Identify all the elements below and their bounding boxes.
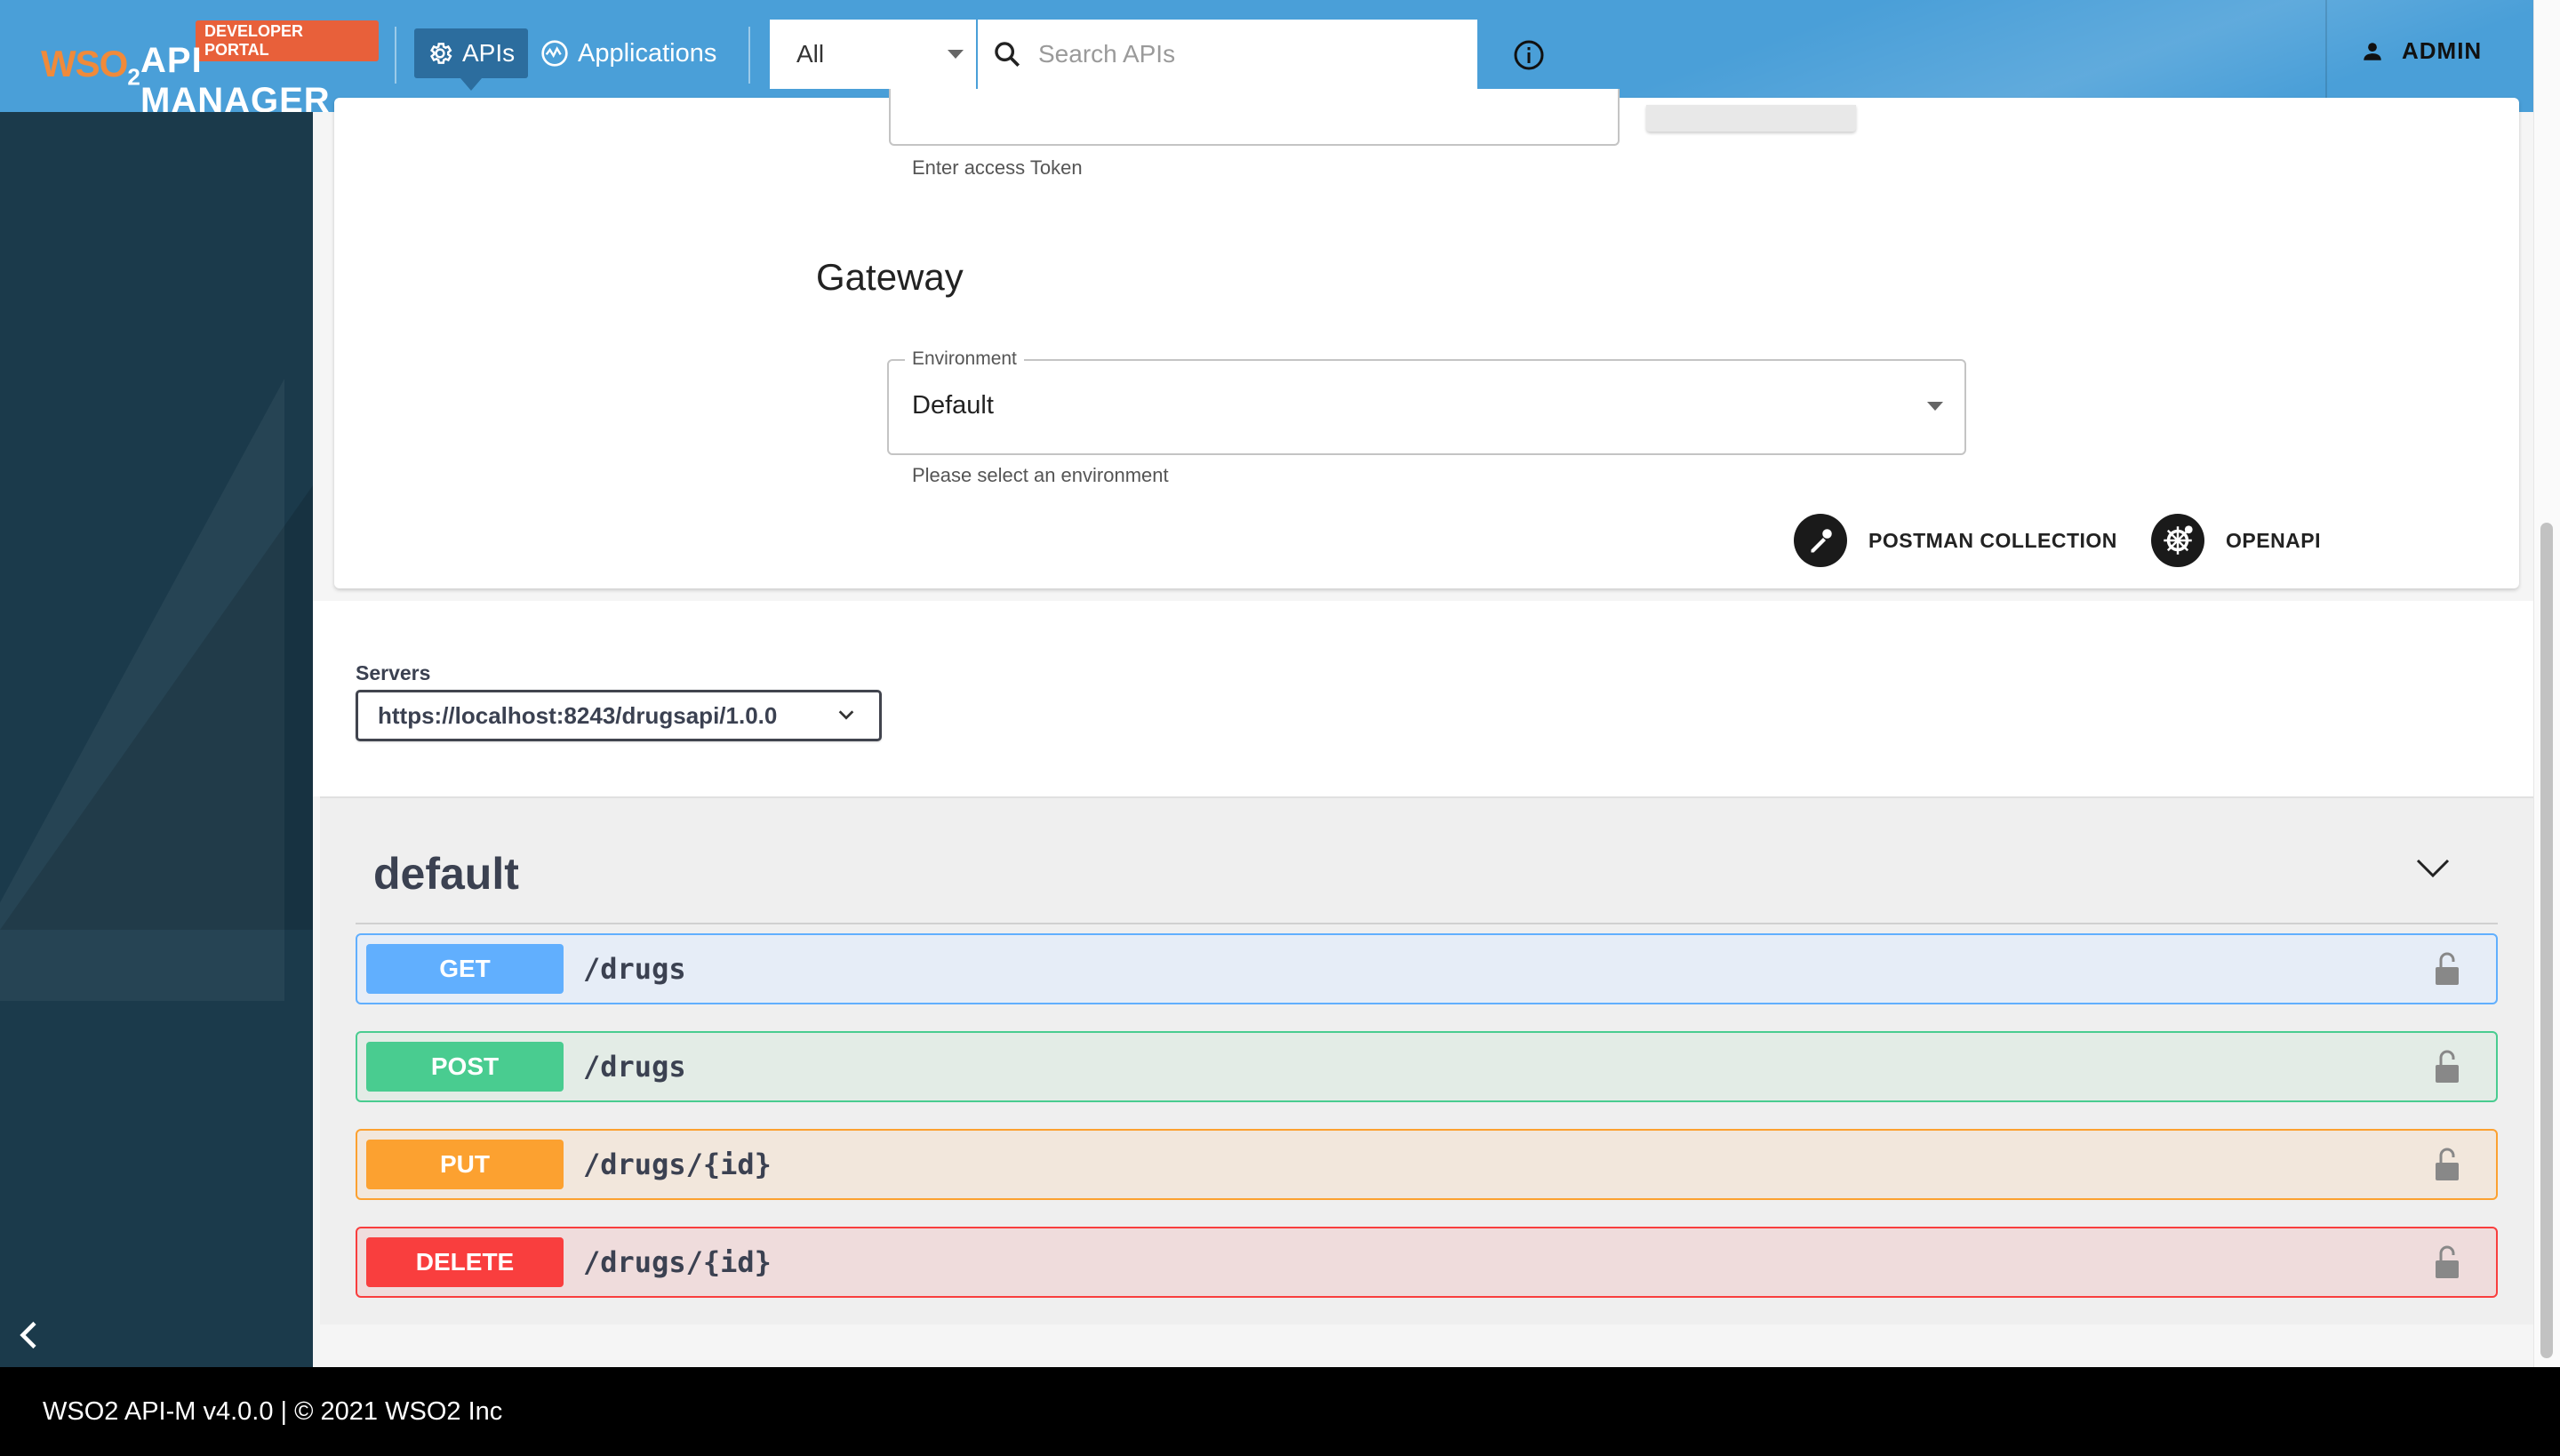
method-badge: POST [366, 1042, 564, 1092]
wso2-logo[interactable]: DEVELOPER PORTAL WSO2 API MANAGER [41, 20, 379, 120]
operation-path: /drugs [583, 952, 686, 986]
info-icon[interactable] [1513, 39, 1545, 71]
environment-value: Default [912, 391, 994, 420]
environment-select[interactable] [887, 359, 1966, 455]
method-badge: DELETE [366, 1237, 564, 1287]
postman-collection-label: POSTMAN COLLECTION [1868, 528, 2117, 552]
postman-collection-button[interactable]: POSTMAN COLLECTION [1794, 514, 2117, 567]
logo-wso2-text: WSO2 [41, 43, 140, 91]
search-scope-value: All [796, 40, 825, 68]
operation-get-drugs[interactable]: GET /drugs [356, 933, 2498, 1004]
nav-apis[interactable]: APIs [414, 28, 528, 91]
user-name: ADMIN [2402, 37, 2483, 64]
nav-apis-label: APIs [462, 39, 516, 67]
unlocked-icon[interactable] [2434, 1049, 2460, 1084]
unlocked-icon[interactable] [2434, 1147, 2460, 1182]
operation-path: /drugs/{id} [583, 1148, 772, 1181]
environment-label: Environment [905, 348, 1024, 370]
servers-selected-value: https://localhost:8243/drugsapi/1.0.0 [378, 701, 778, 729]
search-icon [995, 42, 1020, 68]
operation-path: /drugs [583, 1050, 686, 1084]
servers-select[interactable]: https://localhost:8243/drugsapi/1.0.0 [356, 690, 882, 741]
dropdown-caret-icon [1927, 402, 1943, 411]
postman-icon [1794, 514, 1847, 567]
operation-delete-drug[interactable]: DELETE /drugs/{id} [356, 1227, 2498, 1298]
footer: WSO2 API-M v4.0.0 | © 2021 WSO2 Inc [0, 1367, 2560, 1456]
tag-divider [356, 923, 2498, 924]
gear-icon [429, 43, 452, 64]
search-scope-select[interactable]: All [770, 20, 976, 89]
nav-applications-label: Applications [578, 38, 717, 68]
openapi-label: OPENAPI [2226, 528, 2322, 552]
chevron-down-icon [838, 710, 854, 720]
header-divider [2325, 0, 2327, 112]
user-menu-button[interactable]: ADMIN [2361, 37, 2482, 65]
token-button[interactable] [1646, 105, 1856, 132]
environment-helper: Please select an environment [912, 464, 1169, 486]
chevron-down-icon[interactable] [2414, 855, 2452, 882]
header-divider [395, 27, 396, 84]
operation-post-drugs[interactable]: POST /drugs [356, 1031, 2498, 1102]
openapi-icon [2151, 514, 2204, 567]
access-token-field[interactable] [889, 89, 1620, 146]
applications-icon [541, 40, 568, 67]
unlocked-icon[interactable] [2434, 1244, 2460, 1280]
unlocked-icon[interactable] [2434, 951, 2460, 987]
dropdown-caret-icon [948, 50, 964, 59]
sidebar-decoration [0, 485, 313, 930]
servers-label: Servers [356, 661, 431, 684]
collapse-sidebar-chevron-icon[interactable] [16, 1319, 43, 1351]
method-badge: PUT [366, 1140, 564, 1189]
left-sidebar [0, 112, 313, 1367]
operation-put-drug[interactable]: PUT /drugs/{id} [356, 1129, 2498, 1200]
nav-applications[interactable]: Applications [540, 28, 716, 78]
method-badge: GET [366, 944, 564, 994]
access-token-helper: Enter access Token [912, 156, 1083, 179]
scrollbar-thumb[interactable] [2540, 523, 2553, 1358]
search-box [978, 20, 1477, 89]
header-divider [748, 27, 750, 84]
operation-path: /drugs/{id} [583, 1245, 772, 1279]
person-icon [2364, 42, 2381, 60]
openapi-button[interactable]: OPENAPI [2151, 514, 2321, 567]
search-input[interactable] [1038, 40, 1465, 68]
footer-text: WSO2 API-M v4.0.0 | © 2021 WSO2 Inc [43, 1396, 503, 1426]
gateway-heading: Gateway [816, 256, 964, 298]
operation-tag-heading[interactable]: default [373, 848, 519, 900]
